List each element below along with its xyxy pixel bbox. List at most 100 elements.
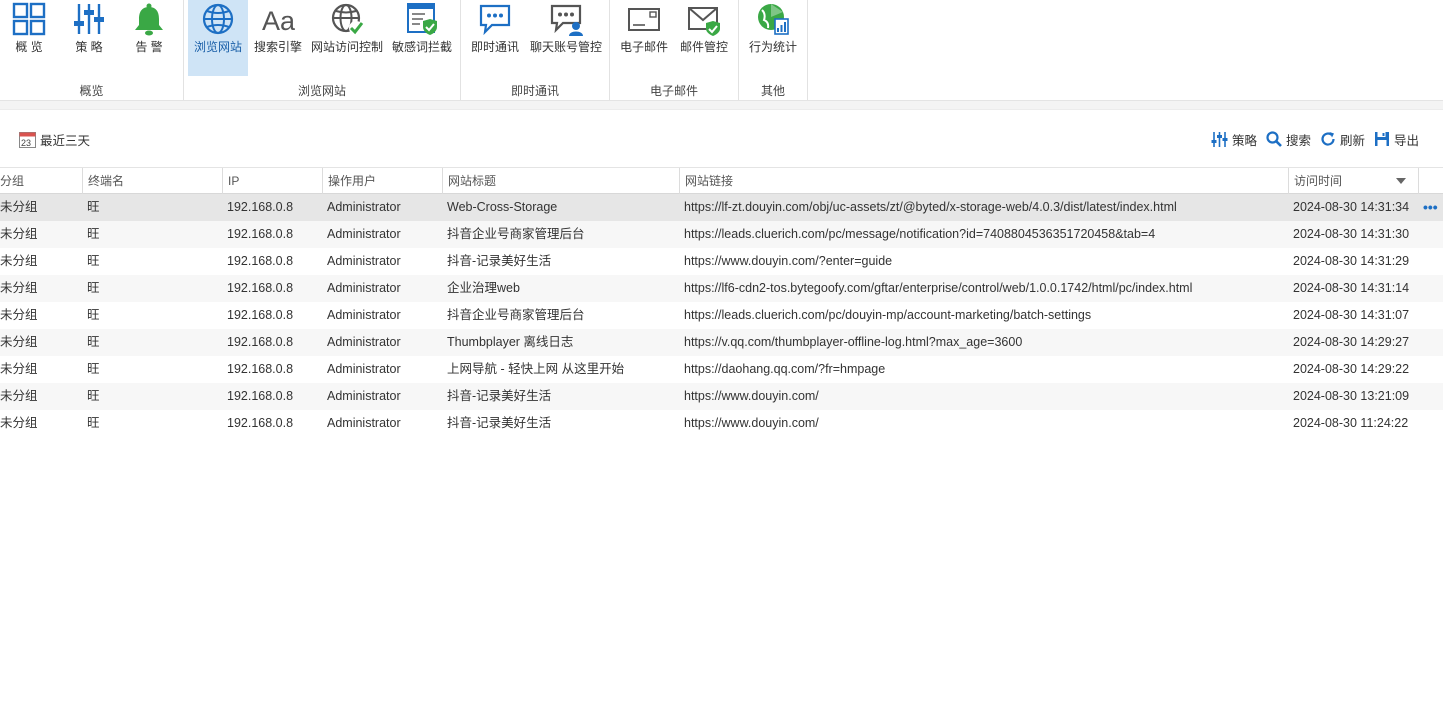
more-options-icon[interactable]: ••• (1423, 194, 1438, 221)
cell-user: Administrator (327, 335, 401, 349)
cell-site-url: https://www.douyin.com/?enter=guide (684, 254, 893, 268)
ribbon: 概 览 策 略 告 警 概览 浏览网站 Aa 搜索引擎 网站访问控制 敏感词拦截… (0, 0, 1443, 101)
cell-user: Administrator (327, 227, 401, 241)
cell-group: 未分组 (0, 389, 38, 403)
email-control-button[interactable]: 邮件管控 (678, 0, 730, 76)
cell-group: 未分组 (0, 227, 38, 241)
alarm-bell-icon (135, 3, 163, 36)
cell-site-title: 企业治理web (447, 281, 520, 295)
ribbon-group-label-overview: 概览 (79, 84, 104, 98)
chat-account-control-button[interactable]: 聊天账号管控 (529, 0, 603, 76)
column-header-visit-time-label: 访问时间 (1294, 174, 1343, 188)
cell-ip: 192.168.0.8 (227, 416, 294, 430)
column-header-site-url[interactable]: 网站链接 (679, 168, 1288, 194)
column-header-site-title[interactable]: 网站标题 (442, 168, 679, 194)
cell-group: 未分组 (0, 200, 38, 214)
table-row[interactable]: 未分组 旺 192.168.0.8 Administrator 上网导航 - 轻快上网 … (0, 356, 1443, 383)
instant-messaging-button[interactable]: 即时通讯 (469, 0, 521, 76)
table-row[interactable]: 未分组 旺 192.168.0.8 Administrator 企业治理web https… (0, 275, 1443, 302)
policy-toolbar-button[interactable]: 策略 (1211, 126, 1257, 152)
browse-website-button[interactable]: 浏览网站 (188, 0, 248, 76)
policy-sliders-icon (1211, 131, 1228, 147)
cell-ip: 192.168.0.8 (227, 281, 294, 295)
email-button-label: 电子邮件 (619, 40, 668, 54)
cell-visit-time: 2024-08-30 14:29:27 (1293, 335, 1410, 349)
column-header-user[interactable]: 操作用户 (322, 168, 442, 194)
calendar-icon: 23 (19, 131, 36, 148)
policy-sliders-icon (74, 4, 104, 34)
cell-site-title: 抖音企业号商家管理后台 (447, 227, 585, 241)
cell-site-url: https://www.douyin.com/ (684, 389, 819, 403)
ribbon-group-label-im: 即时通讯 (510, 84, 559, 98)
email-icon (628, 8, 660, 31)
table-row[interactable]: 未分组 旺 192.168.0.8 Administrator 抖音-记录美好生活 htt… (0, 248, 1443, 275)
svg-text:23: 23 (21, 138, 31, 148)
chat-account-icon (550, 4, 583, 36)
refresh-toolbar-button[interactable]: 刷新 (1320, 126, 1365, 152)
globe-icon (202, 3, 234, 35)
search-engine-button[interactable]: Aa 搜索引擎 (252, 0, 304, 76)
cell-terminal: 旺 (87, 200, 100, 214)
date-range-label: 最近三天 (40, 133, 91, 148)
behavior-stats-button[interactable]: 行为统计 (747, 0, 799, 76)
search-engine-aa-icon: Aa (262, 6, 295, 36)
cell-site-url: https://v.qq.com/thumbplayer-offline-log… (684, 335, 1023, 349)
cell-ip: 192.168.0.8 (227, 308, 294, 322)
ribbon-group-label-email: 电子邮件 (649, 84, 698, 98)
cell-visit-time: 2024-08-30 13:21:09 (1293, 389, 1410, 403)
website-access-control-button[interactable]: 网站访问控制 (310, 0, 384, 76)
cell-group: 未分组 (0, 308, 38, 322)
table-row[interactable]: 未分组 旺 192.168.0.8 Administrator 抖音-记录美好生活 htt… (0, 383, 1443, 410)
cell-group: 未分组 (0, 281, 38, 295)
cell-visit-time: 2024-08-30 14:29:22 (1293, 362, 1410, 376)
table-row[interactable]: 未分组 旺 192.168.0.8 Administrator 抖音企业号商家管理后台 h… (0, 302, 1443, 329)
ribbon-group-label-browse: 浏览网站 (297, 84, 346, 98)
cell-terminal: 旺 (87, 308, 100, 322)
email-button[interactable]: 电子邮件 (618, 0, 670, 76)
column-header-ip[interactable]: IP (222, 168, 322, 194)
column-header-visit-time[interactable]: 访问时间 (1288, 168, 1419, 194)
ribbon-group-overview: 概 览 策 略 告 警 概览 (0, 0, 184, 100)
table-row[interactable]: 未分组 旺 192.168.0.8 Administrator 抖音-记录美好生活 htt… (0, 410, 1443, 437)
cell-user: Administrator (327, 281, 401, 295)
email-control-button-label: 邮件管控 (679, 40, 728, 54)
table-row[interactable]: 未分组 旺 192.168.0.8 Administrator 抖音企业号商家管理后台 h… (0, 221, 1443, 248)
export-toolbar-label: 导出 (1394, 133, 1420, 148)
cell-ip: 192.168.0.8 (227, 335, 294, 349)
policy-button-label: 策 略 (75, 40, 103, 54)
search-toolbar-label: 搜索 (1286, 133, 1312, 148)
date-range-filter[interactable]: 23 最近三天 (19, 126, 90, 152)
cell-site-url: https://lf-zt.douyin.com/obj/uc-assets/z… (684, 200, 1177, 214)
sort-descending-icon[interactable] (1396, 178, 1406, 184)
cell-visit-time: 2024-08-30 14:31:34 (1293, 200, 1410, 214)
cell-site-title: 上网导航 - 轻快上网 从这里开始 (447, 362, 625, 376)
cell-user: Administrator (327, 254, 401, 268)
column-header-group[interactable]: 分组 (0, 168, 82, 194)
policy-toolbar-label: 策略 (1232, 133, 1258, 148)
chat-account-control-button-label: 聊天账号管控 (529, 40, 602, 54)
alarm-button[interactable]: 告 警 (128, 0, 170, 76)
cell-user: Administrator (327, 416, 401, 430)
cell-visit-time: 2024-08-30 14:31:30 (1293, 227, 1410, 241)
export-toolbar-button[interactable]: 导出 (1374, 126, 1419, 152)
sensitive-word-block-button[interactable]: 敏感词拦截 (390, 0, 454, 76)
table-row[interactable]: 未分组 旺 192.168.0.8 Administrator Web-Cross-St… (0, 194, 1443, 221)
cell-site-url: https://lf6-cdn2-tos.bytegoofy.com/gftar… (684, 281, 1193, 295)
overview-button[interactable]: 概 览 (8, 0, 50, 76)
table-header: 分组 终端名 IP 操作用户 网站标题 网站链接 访问时间 (0, 167, 1443, 194)
column-header-terminal[interactable]: 终端名 (82, 168, 222, 194)
cell-ip: 192.168.0.8 (227, 362, 294, 376)
cell-site-title: Thumbplayer 离线日志 (447, 335, 574, 349)
cell-group: 未分组 (0, 254, 38, 268)
cell-ip: 192.168.0.8 (227, 200, 294, 214)
website-access-control-button-label: 网站访问控制 (310, 40, 383, 54)
behavior-stats-icon (758, 4, 789, 35)
table-row[interactable]: 未分组 旺 192.168.0.8 Administrator Thumbplayer … (0, 329, 1443, 356)
cell-visit-time: 2024-08-30 14:31:07 (1293, 308, 1410, 322)
globe-check-icon (331, 3, 364, 35)
cell-ip: 192.168.0.8 (227, 389, 294, 403)
ribbon-group-email: 电子邮件 邮件管控 电子邮件 (610, 0, 739, 100)
policy-button[interactable]: 策 略 (68, 0, 110, 76)
cell-group: 未分组 (0, 362, 38, 376)
search-toolbar-button[interactable]: 搜索 (1266, 126, 1311, 152)
